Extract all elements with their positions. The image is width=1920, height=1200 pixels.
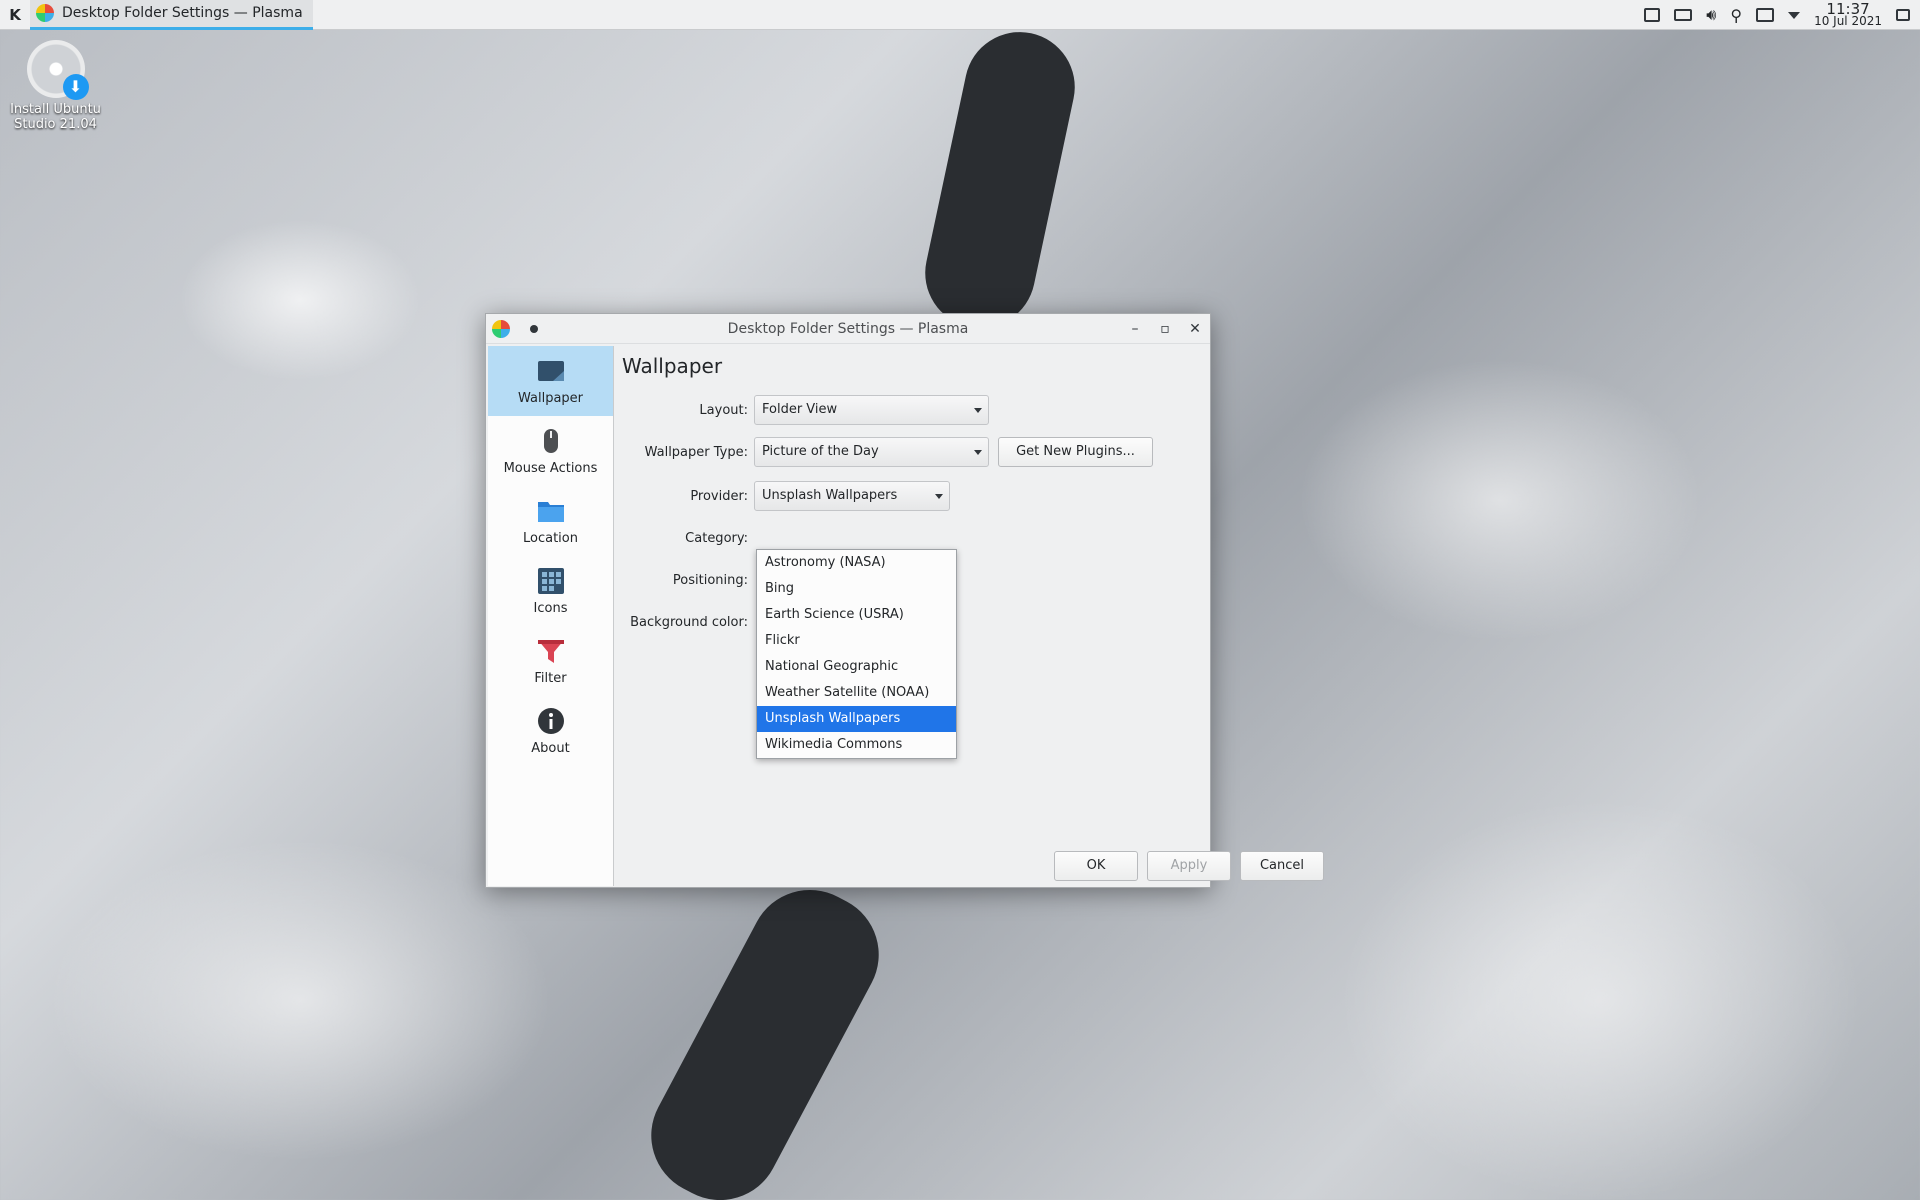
sidebar-item-label: Icons bbox=[533, 600, 568, 616]
sidebar-item-label: Mouse Actions bbox=[503, 460, 598, 476]
sidebar-item-label: Wallpaper bbox=[517, 390, 584, 406]
show-desktop-icon[interactable] bbox=[1896, 9, 1910, 21]
provider-dropdown-list: Astronomy (NASA) Bing Earth Science (USR… bbox=[756, 549, 957, 759]
sidebar-item-location[interactable]: Location bbox=[488, 486, 613, 556]
layout-value: Folder View bbox=[762, 402, 838, 417]
mouse-icon bbox=[543, 428, 558, 453]
taskbar-entry-label: Desktop Folder Settings — Plasma bbox=[62, 5, 303, 21]
wallpaper-road bbox=[915, 21, 1085, 339]
provider-combobox[interactable]: Unsplash Wallpapers bbox=[754, 481, 950, 511]
wallpaper-type-combobox[interactable]: Picture of the Day bbox=[754, 437, 989, 467]
wallpaper-type-label: Wallpaper Type: bbox=[644, 445, 748, 460]
provider-option[interactable]: National Geographic bbox=[757, 654, 956, 680]
chevron-down-icon bbox=[974, 408, 982, 413]
chevron-down-icon bbox=[935, 494, 943, 499]
download-icon: ⬇ bbox=[62, 74, 89, 100]
wallpaper-icon bbox=[537, 360, 564, 381]
taskbar-entry[interactable]: Desktop Folder Settings — Plasma bbox=[30, 0, 313, 30]
sidebar-item-label: Filter bbox=[534, 670, 567, 686]
plasma-settings-icon bbox=[36, 4, 54, 22]
ok-button[interactable]: OK bbox=[1054, 851, 1138, 881]
background-color-label: Background color: bbox=[630, 615, 748, 630]
display-icon[interactable] bbox=[1756, 8, 1775, 22]
settings-sidebar: Wallpaper Mouse Actions Location Icons F… bbox=[488, 346, 614, 886]
filter-icon bbox=[537, 639, 564, 663]
provider-option[interactable]: Bing bbox=[757, 576, 956, 602]
system-tray: 🔊︎ ⚲ 11:37 10 Jul 2021 bbox=[1644, 0, 1920, 30]
provider-option-selected[interactable]: Unsplash Wallpapers bbox=[757, 706, 956, 732]
disc-icon: ⬇ bbox=[26, 40, 89, 100]
settings-window: Desktop Folder Settings — Plasma – ▫ ✕ W… bbox=[485, 313, 1324, 888]
tray-expand-icon[interactable] bbox=[1788, 11, 1801, 19]
minimize-icon[interactable]: – bbox=[1128, 321, 1142, 337]
sidebar-item-about[interactable]: About bbox=[488, 696, 613, 766]
sidebar-item-wallpaper[interactable]: Wallpaper bbox=[488, 346, 613, 416]
info-icon bbox=[537, 707, 564, 734]
digital-clock[interactable]: 11:37 10 Jul 2021 bbox=[1814, 2, 1882, 28]
sidebar-item-icons[interactable]: Icons bbox=[488, 556, 613, 626]
close-icon[interactable]: ✕ bbox=[1188, 321, 1202, 337]
wallpaper-type-value: Picture of the Day bbox=[762, 444, 879, 459]
provider-option[interactable]: Flickr bbox=[757, 628, 956, 654]
get-new-plugins-button[interactable]: Get New Plugins... bbox=[998, 437, 1153, 467]
provider-option[interactable]: Astronomy (NASA) bbox=[757, 550, 956, 576]
apply-button[interactable]: Apply bbox=[1147, 851, 1231, 881]
clipboard-icon[interactable] bbox=[1644, 8, 1661, 22]
category-label: Category: bbox=[685, 531, 748, 546]
chevron-down-icon bbox=[974, 450, 982, 455]
wallpaper-road-lower bbox=[630, 868, 900, 1200]
icons-grid-icon bbox=[537, 567, 564, 594]
layout-combobox[interactable]: Folder View bbox=[754, 395, 989, 425]
provider-label: Provider: bbox=[690, 489, 748, 504]
page-title: Wallpaper bbox=[622, 354, 723, 378]
window-titlebar[interactable]: Desktop Folder Settings — Plasma – ▫ ✕ bbox=[486, 314, 1210, 344]
window-app-icon[interactable] bbox=[492, 319, 510, 338]
volume-icon[interactable]: 🔊︎ bbox=[1706, 5, 1716, 25]
cancel-button[interactable]: Cancel bbox=[1240, 851, 1324, 881]
on-all-desktops-icon[interactable] bbox=[530, 324, 538, 333]
sidebar-item-mouse-actions[interactable]: Mouse Actions bbox=[488, 416, 613, 486]
keyboard-icon[interactable] bbox=[1674, 9, 1693, 21]
sidebar-item-filter[interactable]: Filter bbox=[488, 626, 613, 696]
usb-icon[interactable]: ⚲ bbox=[1730, 6, 1742, 25]
layout-label: Layout: bbox=[699, 403, 748, 418]
clock-date: 10 Jul 2021 bbox=[1814, 14, 1882, 28]
window-title: Desktop Folder Settings — Plasma bbox=[727, 320, 969, 337]
sidebar-item-label: Location bbox=[523, 530, 578, 546]
sidebar-item-label: About bbox=[531, 740, 570, 756]
desktop-icon-install[interactable]: ⬇ Install Ubuntu Studio 21.04 bbox=[8, 40, 103, 132]
provider-option[interactable]: Earth Science (USRA) bbox=[757, 602, 956, 628]
positioning-label: Positioning: bbox=[672, 573, 748, 588]
folder-icon bbox=[537, 501, 564, 522]
desktop-icon-label: Install Ubuntu Studio 21.04 bbox=[10, 102, 101, 132]
provider-option[interactable]: Weather Satellite (NOAA) bbox=[757, 680, 956, 706]
provider-value: Unsplash Wallpapers bbox=[762, 488, 898, 503]
top-panel: K Desktop Folder Settings — Plasma 🔊︎ ⚲ … bbox=[0, 0, 1920, 30]
maximize-icon[interactable]: ▫ bbox=[1158, 321, 1172, 337]
application-launcher-icon[interactable]: K bbox=[0, 0, 30, 30]
provider-option[interactable]: Wikimedia Commons bbox=[757, 732, 956, 758]
settings-content: Wallpaper Layout: Folder View Wallpaper … bbox=[615, 346, 1324, 887]
